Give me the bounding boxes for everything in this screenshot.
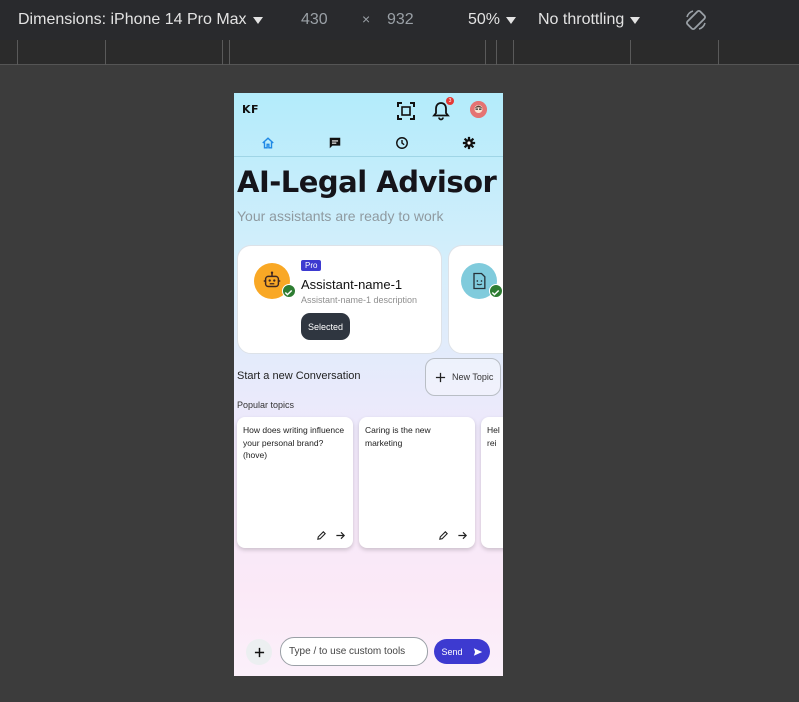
chat-icon (329, 137, 341, 149)
topic-text: Hel rei (487, 425, 500, 448)
pencil-icon[interactable] (438, 530, 449, 541)
viewport-width-input[interactable]: 430 (301, 11, 328, 29)
topic-card[interactable]: How does writing influence your personal… (237, 417, 353, 548)
throttling-select[interactable]: No throttling (538, 11, 641, 29)
device-dimensions-label: Dimensions: iPhone 14 Pro Max (18, 11, 247, 28)
scan-icon[interactable] (395, 100, 417, 122)
tab-chat[interactable] (325, 133, 345, 153)
topic-text: Caring is the new marketing (365, 425, 431, 448)
robot-icon (263, 271, 281, 288)
ruler-tick (229, 40, 230, 65)
page-subtitle: Your assistants are ready to work (237, 208, 444, 224)
user-avatar-icon (470, 101, 487, 118)
new-topic-button[interactable]: New Topic (425, 358, 501, 396)
ruler-tick (630, 40, 631, 65)
viewport-height-input[interactable]: 932 (387, 11, 414, 29)
selected-button[interactable]: Selected (301, 313, 350, 340)
times-separator: × (362, 11, 371, 27)
pencil-icon[interactable] (316, 530, 327, 541)
assistant-card[interactable]: Pro Assistant-name-1 Assistant-name-1 de… (237, 245, 442, 354)
zoom-label: 50% (468, 11, 501, 28)
ruler-tick (718, 40, 719, 65)
chevron-down-icon (630, 16, 641, 24)
home-icon (262, 137, 274, 149)
send-label: Send (441, 646, 463, 657)
gear-icon (462, 136, 476, 150)
media-query-ruler[interactable] (0, 40, 799, 65)
clock-icon (396, 137, 408, 149)
device-dimensions-select[interactable]: Dimensions: iPhone 14 Pro Max (18, 11, 263, 29)
tab-history[interactable] (392, 133, 412, 153)
plus-icon (254, 647, 264, 657)
topic-text: How does writing influence your personal… (243, 425, 345, 460)
ruler-tick (485, 40, 486, 65)
check-badge-icon (282, 284, 296, 298)
devtools-device-toolbar: Dimensions: iPhone 14 Pro Max 430 × 932 … (0, 0, 799, 40)
ruler-tick (17, 40, 18, 65)
rotate-icon[interactable] (684, 8, 708, 32)
tab-home[interactable] (258, 133, 278, 153)
check-badge-icon (489, 284, 503, 298)
page-title: AI-Legal Advisor (237, 165, 497, 199)
chevron-down-icon (252, 16, 263, 24)
zoom-select[interactable]: 50% (468, 11, 517, 29)
ruler-tick (496, 40, 497, 65)
topic-card[interactable]: Caring is the new marketing (359, 417, 475, 548)
document-icon (473, 272, 486, 290)
assistant-card[interactable] (448, 245, 503, 354)
avatar[interactable] (470, 101, 487, 118)
plus-icon (435, 372, 446, 382)
app-logo[interactable]: KF (242, 103, 259, 116)
popular-topics-label: Popular topics (237, 400, 295, 410)
ruler-tick (222, 40, 223, 65)
device-viewport: KF 3 AI-Legal Advisor Your assistants ar… (234, 93, 503, 676)
chevron-down-icon (506, 16, 517, 24)
throttling-label: No throttling (538, 11, 625, 28)
topic-card[interactable]: Hel rei (481, 417, 503, 548)
notification-badge: 3 (446, 97, 454, 105)
arrow-right-icon[interactable] (457, 530, 468, 541)
bottom-tab-nav (234, 131, 503, 157)
tier-badge: Pro (301, 260, 322, 271)
send-button[interactable]: Send (434, 639, 490, 664)
new-topic-label: New Topic (452, 372, 494, 382)
assistant-name: Assistant-name-1 (301, 277, 403, 292)
assistant-description: Assistant-name-1 description (301, 295, 418, 305)
arrow-right-icon[interactable] (335, 530, 346, 541)
start-conversation-label: Start a new Conversation (237, 370, 361, 382)
attach-button[interactable] (246, 639, 272, 665)
message-input[interactable] (280, 637, 428, 666)
ruler-tick (105, 40, 106, 65)
send-icon (473, 647, 482, 656)
ruler-tick (513, 40, 514, 65)
tab-settings[interactable] (459, 133, 479, 153)
